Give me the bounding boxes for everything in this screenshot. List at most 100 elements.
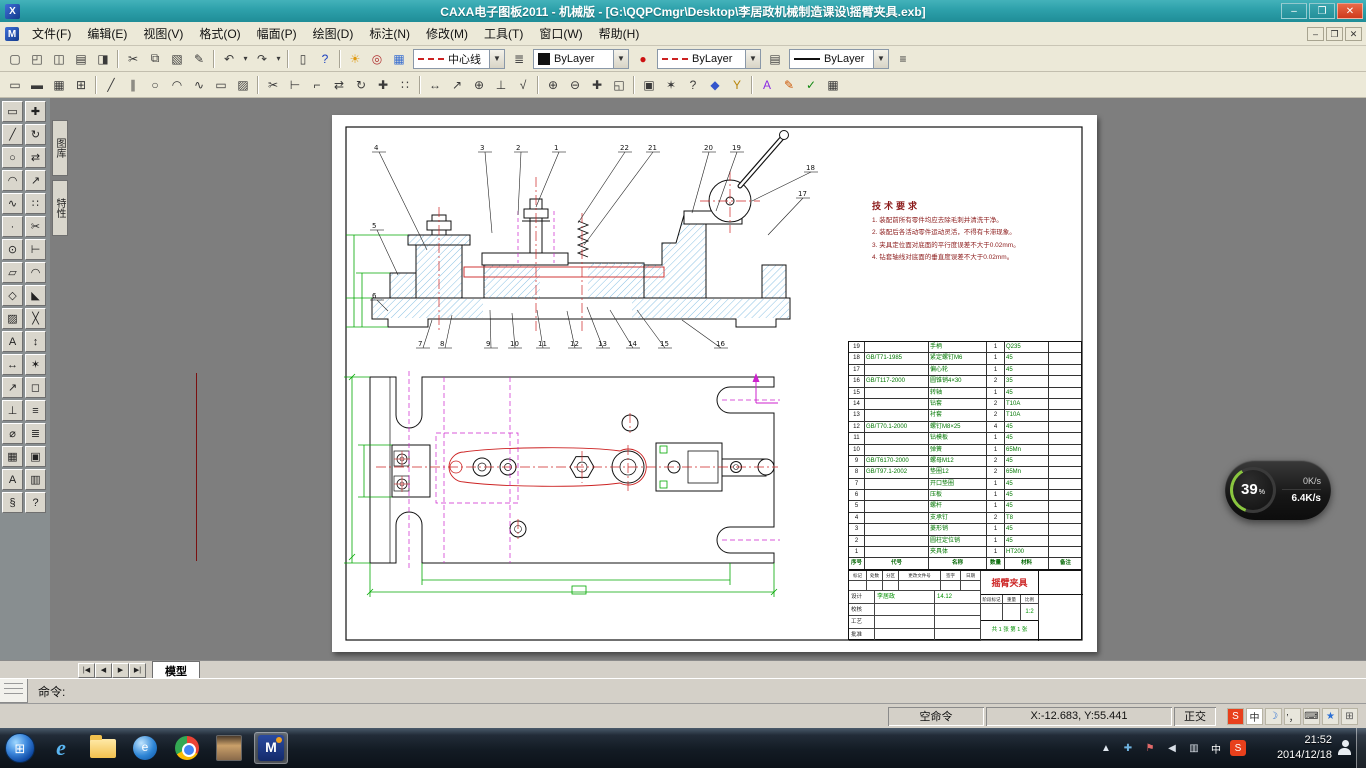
explode-icon[interactable]: ✶	[25, 354, 46, 375]
spline-icon[interactable]: ∿	[188, 74, 210, 96]
rectangle-icon[interactable]: ▱	[2, 262, 23, 283]
taskbar-browser-360[interactable]: e	[128, 732, 162, 764]
taskbar-ie[interactable]: e	[44, 732, 78, 764]
minimize-button[interactable]: –	[1281, 3, 1307, 19]
hatch-icon[interactable]: ▨	[232, 74, 254, 96]
chevron-down-icon[interactable]: ▼	[613, 50, 628, 68]
hidden-icons-icon[interactable]: ▲	[1098, 740, 1114, 756]
chamfer-icon[interactable]: ◣	[25, 285, 46, 306]
sogou-logo-icon[interactable]: S	[1227, 708, 1244, 725]
menu-item-6[interactable]: 标注(N)	[361, 22, 418, 45]
hatch-icon[interactable]: ▨	[2, 308, 23, 329]
scale-icon[interactable]: ↗	[25, 170, 46, 191]
fillet-icon[interactable]: ◠	[25, 262, 46, 283]
blocks-icon[interactable]: ▣	[25, 446, 46, 467]
arc-icon[interactable]: ◠	[2, 170, 23, 191]
array-icon[interactable]: ∷	[394, 74, 416, 96]
new-icon[interactable]: ▢	[4, 48, 26, 70]
parts-list-icon[interactable]: ▦	[48, 74, 70, 96]
trim-icon[interactable]: ✂	[262, 74, 284, 96]
stretch-icon[interactable]: ↕	[25, 331, 46, 352]
prev-sheet-button[interactable]: ◀	[95, 663, 112, 678]
circle-icon[interactable]: ○	[144, 74, 166, 96]
library-icon[interactable]: ▥	[25, 469, 46, 490]
check-icon[interactable]: ✓	[800, 74, 822, 96]
volume-icon[interactable]: ◀	[1164, 740, 1180, 756]
save-icon[interactable]: ◫	[48, 48, 70, 70]
security-icon[interactable]: ✚	[1120, 740, 1136, 756]
break-icon[interactable]: ╳	[25, 308, 46, 329]
child-restore-button[interactable]: ❐	[1326, 27, 1343, 41]
extend-icon[interactable]: ⊢	[284, 74, 306, 96]
ellipse-icon[interactable]: ⊙	[2, 239, 23, 260]
menu-item-0[interactable]: 文件(F)	[24, 22, 79, 45]
linetype-combo[interactable]: ByLayer ▼	[657, 49, 761, 69]
pan-icon[interactable]: ✚	[586, 74, 608, 96]
sogou-input-icon[interactable]: S	[1230, 740, 1246, 756]
start-button[interactable]: ⊞	[5, 733, 35, 763]
diameter-icon[interactable]: ⌀	[2, 423, 23, 444]
format-brush-icon[interactable]: ✎	[188, 48, 210, 70]
network-icon[interactable]: ▥	[1186, 740, 1202, 756]
frame-settings-icon[interactable]: ▭	[4, 74, 26, 96]
print-preview-icon[interactable]: ◨	[92, 48, 114, 70]
parts-list-table[interactable]: 19手柄1Q23518GB/T71-1985紧定螺钉M614517偏心轮1451…	[848, 341, 1082, 570]
lang-zh-icon[interactable]: 中	[1246, 708, 1263, 725]
leader-icon[interactable]: ↗	[446, 74, 468, 96]
ole-object-icon[interactable]: ◆	[704, 74, 726, 96]
title-block-icon[interactable]: ▬	[26, 74, 48, 96]
child-minimize-button[interactable]: –	[1307, 27, 1324, 41]
parallel-icon[interactable]: ∥	[122, 74, 144, 96]
menu-item-9[interactable]: 窗口(W)	[531, 22, 590, 45]
toolbar-options-icon[interactable]: ≡	[892, 48, 914, 70]
lang-indicator-icon[interactable]: 中	[1208, 740, 1224, 756]
leader-icon[interactable]: ↗	[2, 377, 23, 398]
contacts-icon[interactable]	[1338, 740, 1352, 756]
text-style-icon[interactable]: A	[756, 74, 778, 96]
layers-icon[interactable]: ≣	[25, 423, 46, 444]
datum-icon[interactable]: ⊥	[490, 74, 512, 96]
menu-item-5[interactable]: 绘图(D)	[305, 22, 362, 45]
next-sheet-button[interactable]: ▶	[112, 663, 129, 678]
grid-icon[interactable]: ▦	[822, 74, 844, 96]
move-icon[interactable]: ✚	[372, 74, 394, 96]
zoom-in-icon[interactable]: ⊕	[542, 74, 564, 96]
move-icon[interactable]: ✚	[25, 101, 46, 122]
ortho-toggle[interactable]: 正交	[1174, 707, 1216, 726]
mirror-icon[interactable]: ⇄	[25, 147, 46, 168]
erase-icon[interactable]: ◻	[25, 377, 46, 398]
menu-item-7[interactable]: 修改(M)	[418, 22, 476, 45]
tab-model[interactable]: 模型	[152, 661, 200, 678]
table-icon[interactable]: ▦	[2, 446, 23, 467]
linewidth-settings-icon[interactable]: ▤	[764, 48, 786, 70]
spline-icon[interactable]: ∿	[2, 193, 23, 214]
color-print-icon[interactable]: ▦	[388, 48, 410, 70]
taskbar-caxa-active[interactable]: M	[254, 732, 288, 764]
toolbox-icon[interactable]: ⊞	[1341, 708, 1358, 725]
soft-keyboard-icon[interactable]: ⌨	[1303, 708, 1320, 725]
datum-icon[interactable]: ⊥	[2, 400, 23, 421]
taskbar-explorer[interactable]	[86, 732, 120, 764]
sogou-flag-icon[interactable]: ⚑	[1142, 740, 1158, 756]
panel-tab-library[interactable]: 图库	[52, 120, 68, 176]
taskbar-clock[interactable]: 21:52 2014/12/18	[1277, 733, 1332, 763]
rotate-icon[interactable]: ↻	[350, 74, 372, 96]
line-icon[interactable]: ╱	[100, 74, 122, 96]
command-bar[interactable]: 命令:	[0, 678, 1366, 703]
arc-icon[interactable]: ◠	[166, 74, 188, 96]
query-icon[interactable]: ?	[682, 74, 704, 96]
taskbar-qq[interactable]	[212, 732, 246, 764]
zoom-all-icon[interactable]: ◱	[608, 74, 630, 96]
properties-icon[interactable]: ≡	[25, 400, 46, 421]
block-icon[interactable]: ▣	[638, 74, 660, 96]
menu-item-1[interactable]: 编辑(E)	[79, 22, 135, 45]
dimension-icon[interactable]: ↔	[424, 74, 446, 96]
print-icon[interactable]: ▤	[70, 48, 92, 70]
menu-item-2[interactable]: 视图(V)	[135, 22, 191, 45]
linestyle-combo[interactable]: 中心线 ▼	[413, 49, 505, 69]
drawing-paper[interactable]: 43212221201918175678910111213141516 技术要求…	[332, 115, 1097, 652]
taskbar-chrome[interactable]	[170, 732, 204, 764]
moon-icon[interactable]: ☽	[1265, 708, 1282, 725]
text-icon[interactable]: A	[2, 331, 23, 352]
open-icon[interactable]: ◰	[26, 48, 48, 70]
